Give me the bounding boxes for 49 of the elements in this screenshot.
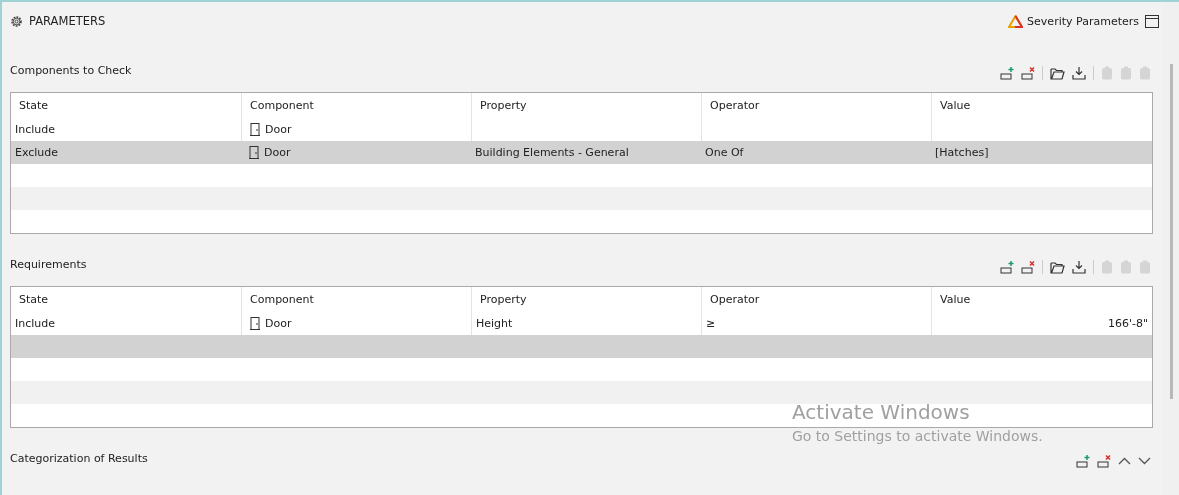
download-icon[interactable] xyxy=(1072,260,1086,274)
chevron-down-icon[interactable] xyxy=(1138,457,1151,465)
column-header: State xyxy=(18,98,50,114)
remove-row-icon[interactable] xyxy=(1097,454,1111,468)
section-title: Components to Check xyxy=(10,63,132,77)
table-cell: Building Elements - General xyxy=(475,146,629,159)
add-row-icon[interactable] xyxy=(1076,454,1090,468)
remove-row-icon[interactable] xyxy=(1021,260,1035,274)
table-cell: 166'-8" xyxy=(1107,317,1148,330)
table-cell: [Hatches] xyxy=(935,146,989,159)
table-cell: Exclude xyxy=(15,146,59,159)
column-header: Value xyxy=(931,93,1152,118)
table-cell: One Of xyxy=(705,146,744,159)
section-title: Categorization of Results xyxy=(10,451,148,465)
selected-row[interactable]: Exclude Door Building Elements - General One Of [Hatches] xyxy=(11,141,1152,164)
table-cell: Door xyxy=(265,123,292,136)
table-cell: Include xyxy=(15,317,56,330)
column-header: Property xyxy=(471,93,701,118)
remove-row-icon[interactable] xyxy=(1021,66,1035,80)
scrollbar-thumb[interactable] xyxy=(1169,64,1173,399)
download-icon[interactable] xyxy=(1072,66,1086,80)
folder-icon[interactable] xyxy=(1050,260,1065,274)
add-row-icon[interactable] xyxy=(1000,66,1014,80)
column-header: Operator xyxy=(701,93,931,118)
table-cell: Door xyxy=(264,146,291,159)
table-cell: Include xyxy=(15,123,56,136)
gear-icon xyxy=(10,14,23,28)
table-cell: Door xyxy=(265,317,292,330)
table-cell: ≥ xyxy=(706,317,716,330)
chevron-up-icon[interactable] xyxy=(1118,457,1131,465)
door-icon xyxy=(250,317,260,330)
table-cell: Height xyxy=(476,317,513,330)
add-row-icon[interactable] xyxy=(1000,260,1014,274)
severity-parameters-link[interactable]: Severity Parameters xyxy=(1008,14,1139,28)
panel-title: PARAMETERS xyxy=(29,14,106,28)
column-header: State xyxy=(18,292,50,308)
column-header: Component xyxy=(241,93,471,118)
door-icon xyxy=(250,123,260,136)
column-header: Value xyxy=(931,287,1152,312)
panel-toggle-icon[interactable] xyxy=(1145,14,1159,28)
column-header: Property xyxy=(471,287,701,312)
activation-notice-title: Activate Windows xyxy=(792,400,971,424)
activation-notice-text: Go to Settings to activate Windows. xyxy=(792,428,1043,444)
column-header: Operator xyxy=(701,287,931,312)
warning-triangle-icon xyxy=(1008,14,1024,28)
door-icon xyxy=(249,146,259,159)
section-title: Requirements xyxy=(10,257,87,271)
column-header: Component xyxy=(241,287,471,312)
folder-icon[interactable] xyxy=(1050,66,1065,80)
